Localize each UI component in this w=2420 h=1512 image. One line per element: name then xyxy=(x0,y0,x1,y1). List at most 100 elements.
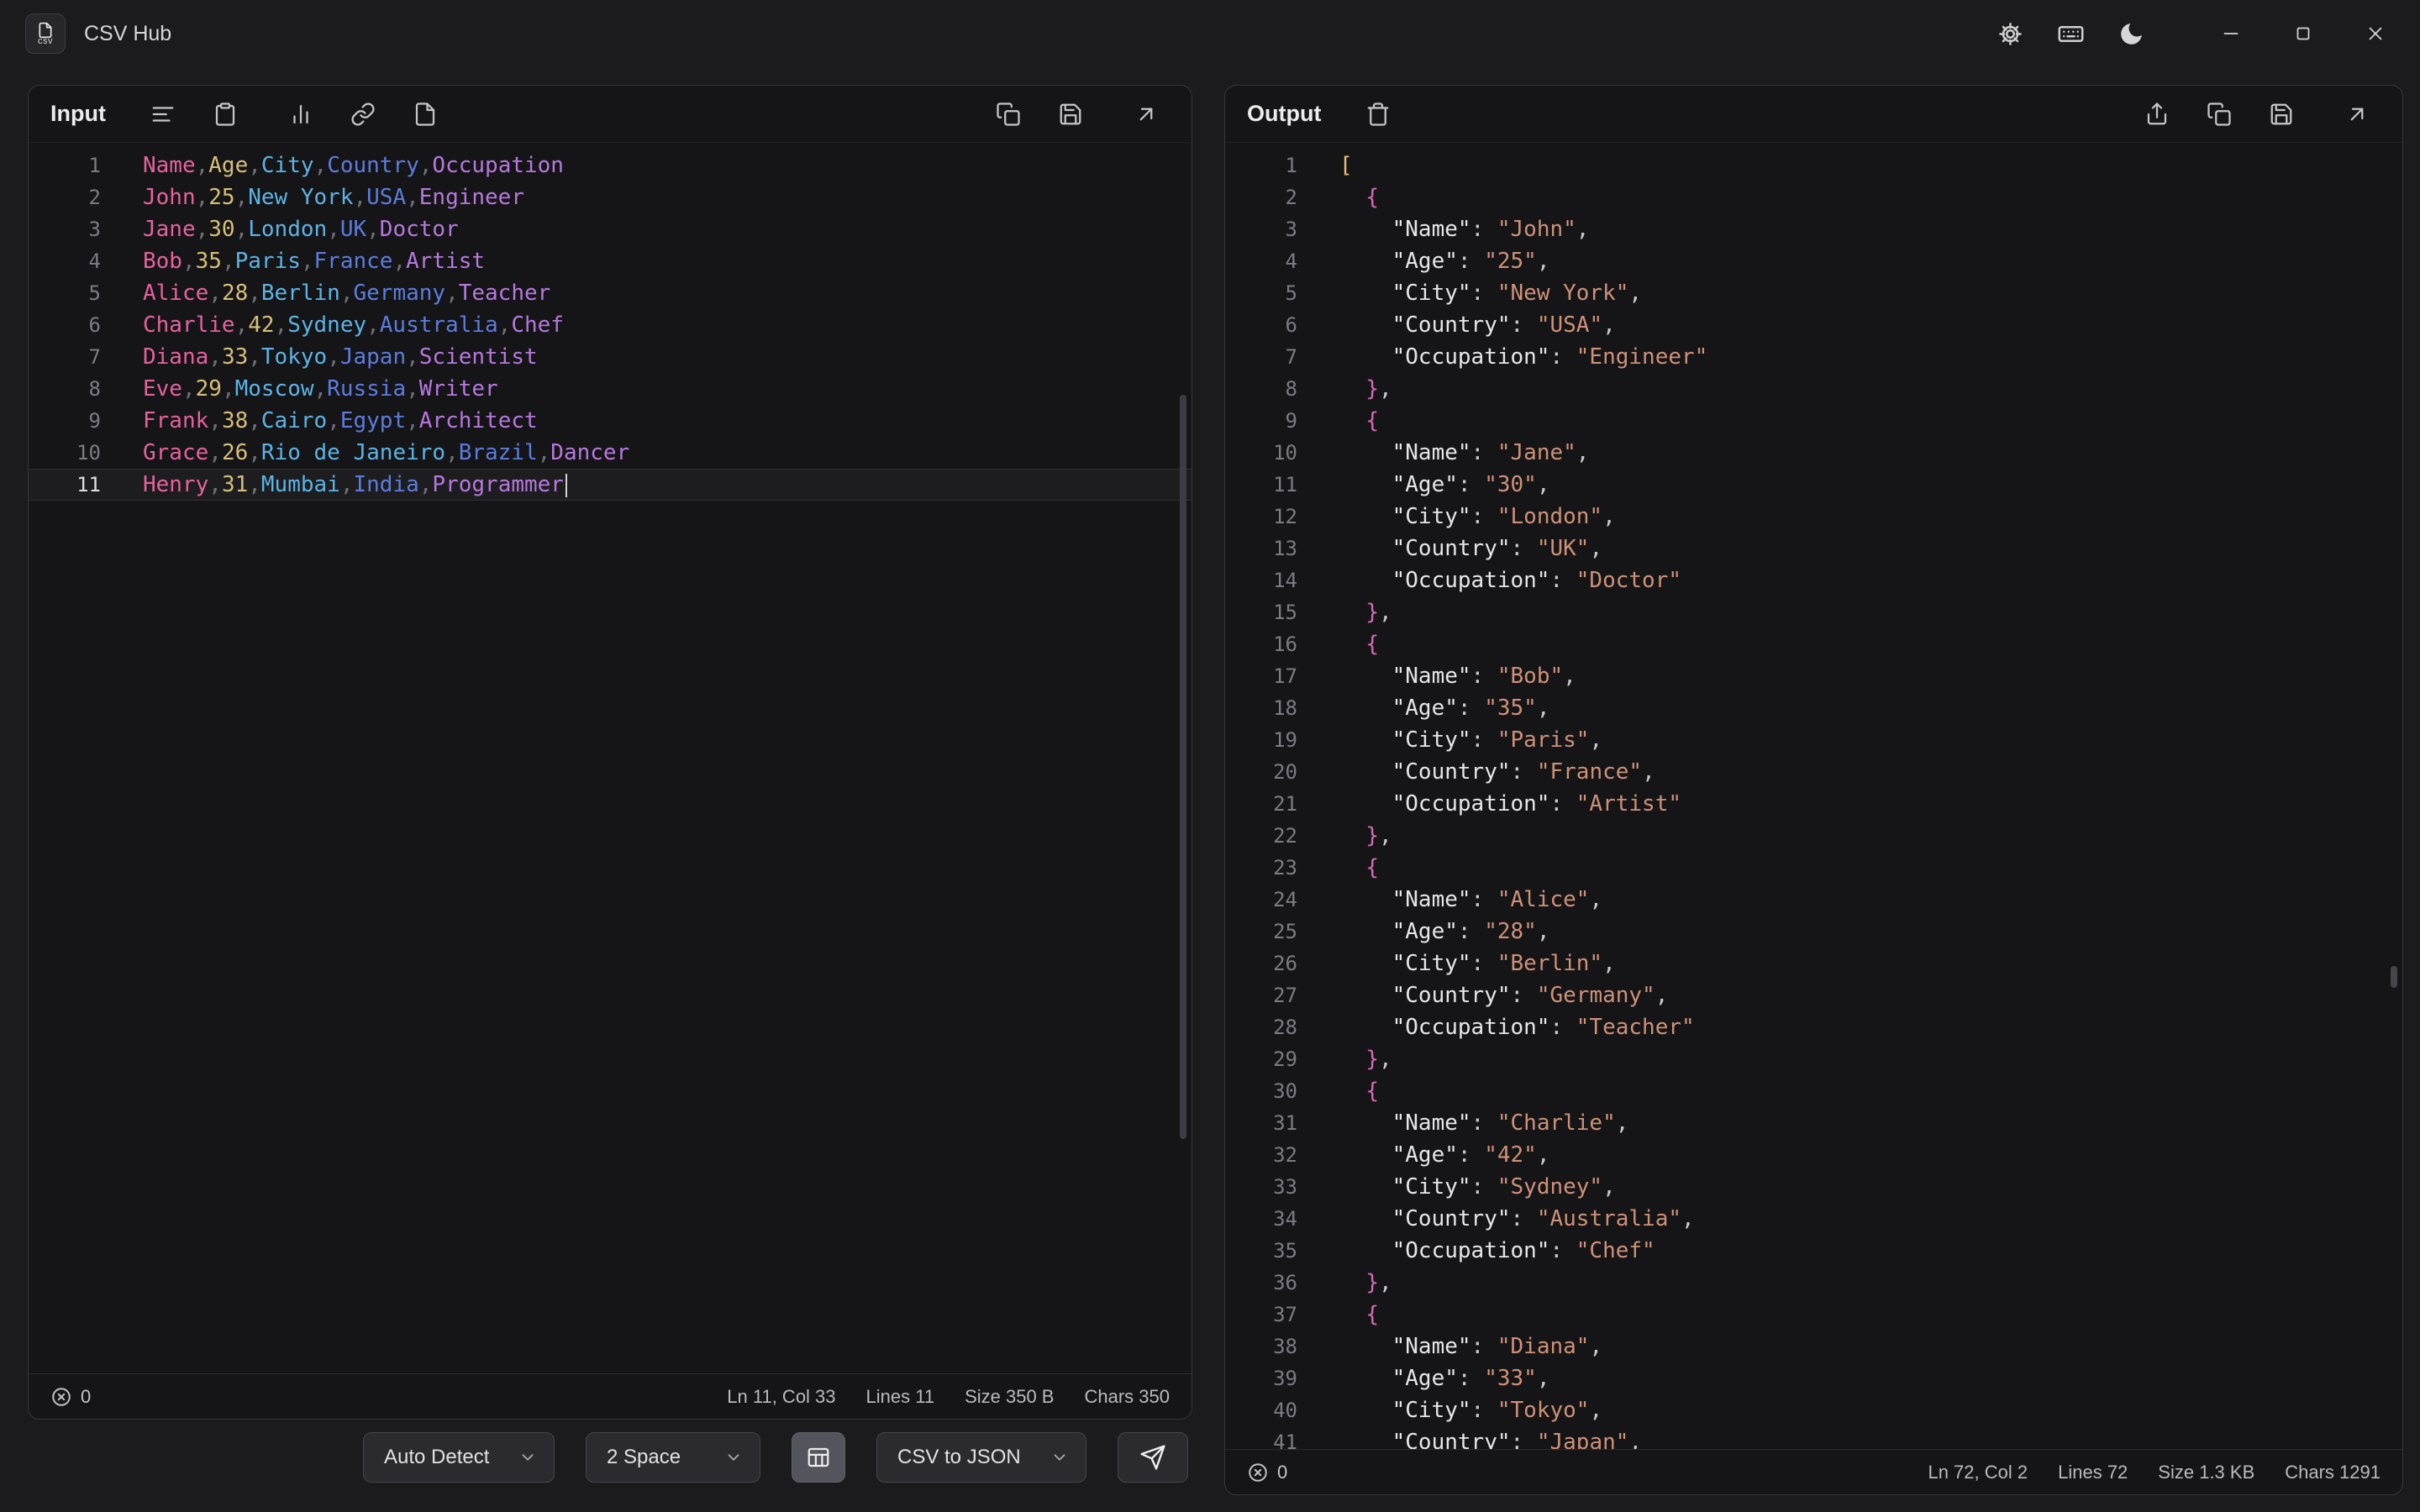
line-number: 2 xyxy=(29,181,101,213)
editor-line: 5 "City": "New York", xyxy=(1225,277,2402,309)
editor-line: 8 }, xyxy=(1225,373,2402,405)
indent-select[interactable]: 2 Space xyxy=(586,1432,760,1483)
code-token xyxy=(1339,855,1365,880)
convert-button[interactable] xyxy=(1118,1432,1188,1483)
table-view-button[interactable] xyxy=(792,1432,845,1483)
url-import-button[interactable] xyxy=(339,92,387,136)
line-number: 30 xyxy=(1225,1075,1297,1107)
line-code: "City": "Paris", xyxy=(1297,724,1602,756)
expand-input-button[interactable] xyxy=(1123,92,1170,136)
code-token: : xyxy=(1511,312,1537,338)
error-count: 0 xyxy=(81,1386,91,1408)
format-button[interactable] xyxy=(139,92,187,136)
code-token: Sydney xyxy=(287,312,366,338)
editor-line: 4 "Age": "25", xyxy=(1225,245,2402,277)
moon-icon xyxy=(2118,20,2145,48)
editor-line: 15 }, xyxy=(1225,596,2402,628)
editor-line: 27 "Country": "Germany", xyxy=(1225,979,2402,1011)
save-input-button[interactable] xyxy=(1047,92,1094,136)
expand-output-button[interactable] xyxy=(2333,92,2381,136)
maximize-button[interactable] xyxy=(2267,8,2339,60)
code-token: "UK" xyxy=(1537,536,1590,561)
file-import-button[interactable] xyxy=(402,92,449,136)
settings-button[interactable] xyxy=(1980,8,2040,60)
csv-editor[interactable]: 1Name,Age,City,Country,Occupation2John,2… xyxy=(29,143,1192,1373)
editor-line: 7 "Occupation": "Engineer" xyxy=(1225,341,2402,373)
code-token: "Name" xyxy=(1392,664,1471,689)
code-token: Henry xyxy=(143,472,208,497)
code-token: "Chef" xyxy=(1576,1238,1655,1263)
editor-line: 7Diana,33,Tokyo,Japan,Scientist xyxy=(29,341,1192,373)
line-number: 6 xyxy=(29,309,101,341)
line-number: 9 xyxy=(1225,405,1297,437)
line-code: { xyxy=(1297,852,1379,884)
copy-output-button[interactable] xyxy=(2196,92,2243,136)
format-select[interactable]: Auto Detect xyxy=(363,1432,555,1483)
line-number: 38 xyxy=(1225,1331,1297,1362)
keyboard-shortcuts-button[interactable] xyxy=(2040,8,2101,60)
line-code: { xyxy=(1297,181,1379,213)
line-code: "Occupation": "Teacher" xyxy=(1297,1011,1695,1043)
line-number: 27 xyxy=(1225,979,1297,1011)
scrollbar-thumb[interactable] xyxy=(2391,966,2397,988)
paste-button[interactable] xyxy=(202,92,249,136)
app-title: CSV Hub xyxy=(84,22,171,46)
table-grid-icon xyxy=(806,1445,831,1470)
code-token xyxy=(1339,632,1365,657)
code-token: 26 xyxy=(222,440,248,465)
code-token: "33" xyxy=(1484,1366,1537,1391)
error-counter: 0 xyxy=(50,1386,91,1408)
line-count: Lines 11 xyxy=(866,1386,935,1408)
code-token: , xyxy=(1537,919,1550,944)
output-toolbar xyxy=(1355,92,1402,136)
scrollbar-thumb[interactable] xyxy=(1180,395,1186,1139)
code-token: , xyxy=(406,344,419,370)
code-token: "Doctor" xyxy=(1576,568,1681,593)
minimize-button[interactable] xyxy=(2195,8,2267,60)
editor-line: 28 "Occupation": "Teacher" xyxy=(1225,1011,2402,1043)
code-token: : xyxy=(1471,727,1497,753)
clear-output-button[interactable] xyxy=(1355,92,1402,136)
code-token: Artist xyxy=(406,249,485,274)
editor-line: 18 "Age": "35", xyxy=(1225,692,2402,724)
theme-toggle-button[interactable] xyxy=(2101,8,2161,60)
code-token: : xyxy=(1471,1174,1497,1200)
conversion-toolbar: Auto Detect 2 Space CSV to JSON xyxy=(28,1420,1192,1495)
line-number: 8 xyxy=(1225,373,1297,405)
code-token: "Name" xyxy=(1392,1334,1471,1359)
code-token xyxy=(1339,504,1392,529)
code-token: , xyxy=(1576,440,1590,465)
share-output-button[interactable] xyxy=(2133,92,2181,136)
code-token: { xyxy=(1365,1079,1379,1104)
editor-line: 35 "Occupation": "Chef" xyxy=(1225,1235,2402,1267)
code-token: Programmer xyxy=(432,472,564,497)
code-token xyxy=(1339,1334,1392,1359)
line-number: 36 xyxy=(1225,1267,1297,1299)
line-number: 3 xyxy=(1225,213,1297,245)
conversion-select[interactable]: CSV to JSON xyxy=(876,1432,1086,1483)
code-token: { xyxy=(1365,855,1379,880)
line-code: Diana,33,Tokyo,Japan,Scientist xyxy=(101,341,538,373)
close-button[interactable] xyxy=(2339,8,2412,60)
line-number: 28 xyxy=(1225,1011,1297,1043)
code-token: "Age" xyxy=(1392,1366,1458,1391)
code-token: , xyxy=(182,249,196,274)
editor-line: 32 "Age": "42", xyxy=(1225,1139,2402,1171)
code-token: , xyxy=(248,440,261,465)
code-token xyxy=(1339,823,1365,848)
code-token: , xyxy=(392,249,406,274)
code-token xyxy=(1339,1047,1365,1072)
code-token: Australia xyxy=(380,312,498,338)
input-panel-header: Input xyxy=(29,86,1192,143)
line-code: "Age": "30", xyxy=(1297,469,1550,501)
code-token: , xyxy=(301,249,314,274)
code-token: Cairo xyxy=(261,408,327,433)
code-token: , xyxy=(248,281,261,306)
line-code: Name,Age,City,Country,Occupation xyxy=(101,150,564,181)
code-token: Paris xyxy=(235,249,301,274)
copy-input-button[interactable] xyxy=(985,92,1032,136)
column-stats-button[interactable] xyxy=(277,92,324,136)
json-editor[interactable]: 1[2 {3 "Name": "John",4 "Age": "25",5 "C… xyxy=(1225,143,2402,1449)
code-token: Bob xyxy=(143,249,182,274)
save-output-button[interactable] xyxy=(2258,92,2305,136)
